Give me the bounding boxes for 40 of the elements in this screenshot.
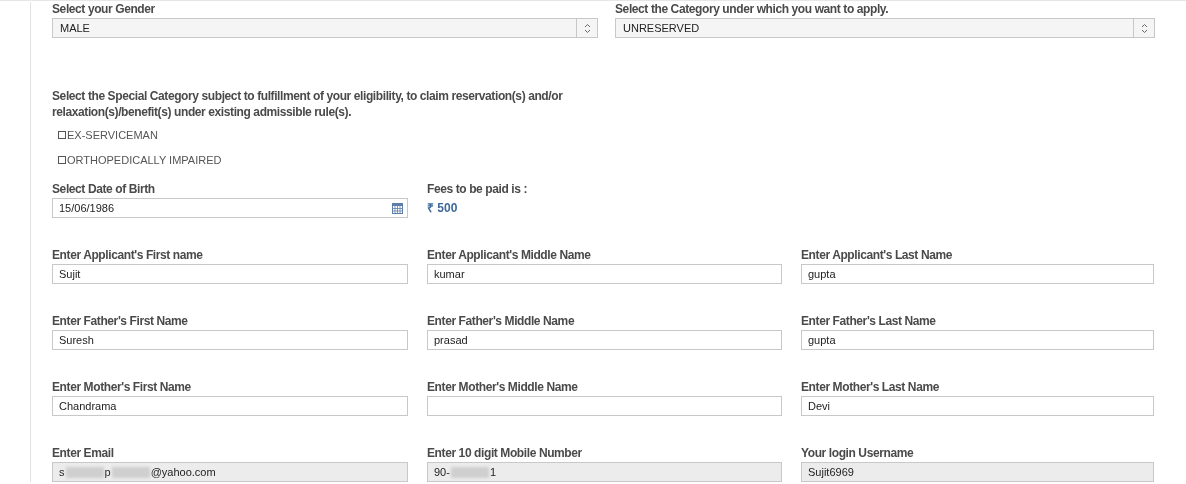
text-field[interactable]: s p @yahoo.com <box>52 462 408 482</box>
text-field[interactable]: Sujit <box>52 264 408 284</box>
text-field[interactable]: gupta <box>801 330 1154 350</box>
field-label: Your login Username <box>801 446 915 460</box>
date-field[interactable]: 15/06/1986 <box>52 198 408 218</box>
text-field[interactable]: kumar <box>427 264 782 284</box>
updown-icon <box>583 22 591 34</box>
field-label: Enter Email <box>52 446 115 460</box>
field-label: Enter Father's First Name <box>52 314 189 328</box>
text-field[interactable]: Sujit6969 <box>801 462 1154 482</box>
calendar-icon <box>391 202 403 214</box>
text-field[interactable]: Suresh <box>52 330 408 350</box>
text-field[interactable]: 90- 1 <box>427 462 782 482</box>
checkbox-label: EX-SERVICEMAN <box>67 128 158 141</box>
text-field[interactable] <box>427 396 782 416</box>
field-label: Enter 10 digit Mobile Number <box>427 446 583 460</box>
select-field[interactable]: UNRESERVED <box>615 18 1155 38</box>
field-label: Enter Applicant's Last Name <box>801 248 953 262</box>
text-field[interactable]: gupta <box>801 264 1154 284</box>
field-label: Select Date of Birth <box>52 182 156 196</box>
text-field[interactable]: Devi <box>801 396 1154 416</box>
text-field[interactable]: Chandrama <box>52 396 408 416</box>
fee-amount: ₹ 500 <box>427 200 459 217</box>
select-field[interactable]: MALE <box>52 18 598 38</box>
text-field[interactable]: prasad <box>427 330 782 350</box>
field-label: Enter Mother's First Name <box>52 380 192 394</box>
field-label: Enter Mother's Last Name <box>801 380 940 394</box>
field-label: Fees to be paid is : <box>427 182 529 196</box>
updown-icon <box>1140 22 1148 34</box>
field-label: Enter Father's Middle Name <box>427 314 576 328</box>
special-category-text: Select the Special Category subject to fulfillment of your eligibility, to claim reservation(s) and/or relaxation(s)/benefit(s) under existing admissible rule(s). <box>52 88 564 120</box>
checkbox[interactable] <box>58 155 66 164</box>
checkbox[interactable] <box>58 130 66 139</box>
field-label: Select the Category under which you want to apply. <box>615 2 890 16</box>
field-label: Enter Applicant's First name <box>52 248 204 262</box>
field-label: Enter Applicant's Middle Name <box>427 248 592 262</box>
field-label: Enter Mother's Middle Name <box>427 380 579 394</box>
checkbox-label: ORTHOPEDICALLY IMPAIRED <box>67 153 222 166</box>
field-label: Enter Father's Last Name <box>801 314 937 328</box>
field-label: Select your Gender <box>52 2 156 16</box>
